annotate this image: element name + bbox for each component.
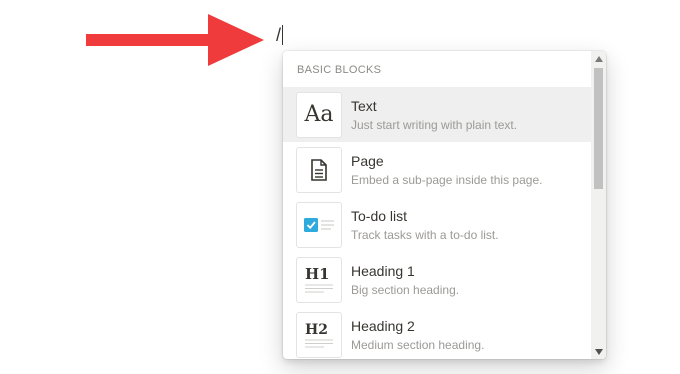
heading2-text: H2 <box>305 322 328 338</box>
block-item-description: Just start writing with plain text. <box>351 117 518 132</box>
block-item-description: Big section heading. <box>351 282 460 297</box>
block-item-description: Embed a sub-page inside this page. <box>351 172 543 187</box>
block-list: BASIC BLOCKS Aa Text Just start writing … <box>283 51 591 359</box>
block-item-texts: To-do list Track tasks with a to-do list… <box>351 207 499 243</box>
document-icon <box>311 158 327 181</box>
heading2-glyph: H2 <box>305 322 333 347</box>
block-item-text[interactable]: Aa Text Just start writing with plain te… <box>283 87 591 142</box>
scroll-thumb[interactable] <box>594 68 603 189</box>
block-item-todo[interactable]: To-do list Track tasks with a to-do list… <box>283 197 591 252</box>
editor-line[interactable]: / <box>276 22 284 48</box>
block-item-description: Medium section heading. <box>351 337 485 352</box>
text-caret <box>282 25 284 45</box>
heading1-text: H1 <box>305 265 330 283</box>
page-document-icon <box>296 146 342 193</box>
scroll-down-arrow-icon[interactable] <box>591 344 606 359</box>
block-item-title: To-do list <box>351 207 408 224</box>
heading1-icon: H1 <box>296 256 342 303</box>
block-item-title: Heading 2 <box>351 317 415 334</box>
pointer-arrow-icon <box>86 14 264 66</box>
block-item-title: Heading 1 <box>351 262 415 279</box>
block-item-texts: Text Just start writing with plain text. <box>351 97 517 133</box>
checkbox-icon <box>304 217 334 232</box>
page-canvas: / BASIC BLOCKS Aa Text Just start writin… <box>0 0 680 374</box>
aa-glyph: Aa <box>304 102 334 127</box>
block-item-texts: Page Embed a sub-page inside this page. <box>351 152 542 188</box>
heading2-icon: H2 <box>296 311 342 358</box>
block-item-texts: Heading 1 Big section heading. <box>351 262 459 298</box>
typed-slash: / <box>276 24 282 45</box>
block-item-title: Text <box>351 97 377 114</box>
block-item-heading-2[interactable]: H2 Heading 2 Medium section heading. <box>283 307 591 359</box>
block-item-page[interactable]: Page Embed a sub-page inside this page. <box>283 142 591 197</box>
todo-checkbox-icon <box>296 201 342 248</box>
block-item-description: Track tasks with a to-do list. <box>351 227 499 242</box>
scroll-up-arrow-icon[interactable] <box>591 51 606 66</box>
block-item-title: Page <box>351 152 384 169</box>
menu-scrollbar[interactable] <box>591 51 606 359</box>
section-header: BASIC BLOCKS <box>297 64 382 76</box>
heading1-glyph: H1 <box>305 265 333 292</box>
block-item-texts: Heading 2 Medium section heading. <box>351 317 484 353</box>
text-aa-icon: Aa <box>296 91 342 138</box>
slash-command-menu[interactable]: BASIC BLOCKS Aa Text Just start writing … <box>283 51 606 359</box>
block-item-heading-1[interactable]: H1 Heading 1 Big section heading. <box>283 252 591 307</box>
